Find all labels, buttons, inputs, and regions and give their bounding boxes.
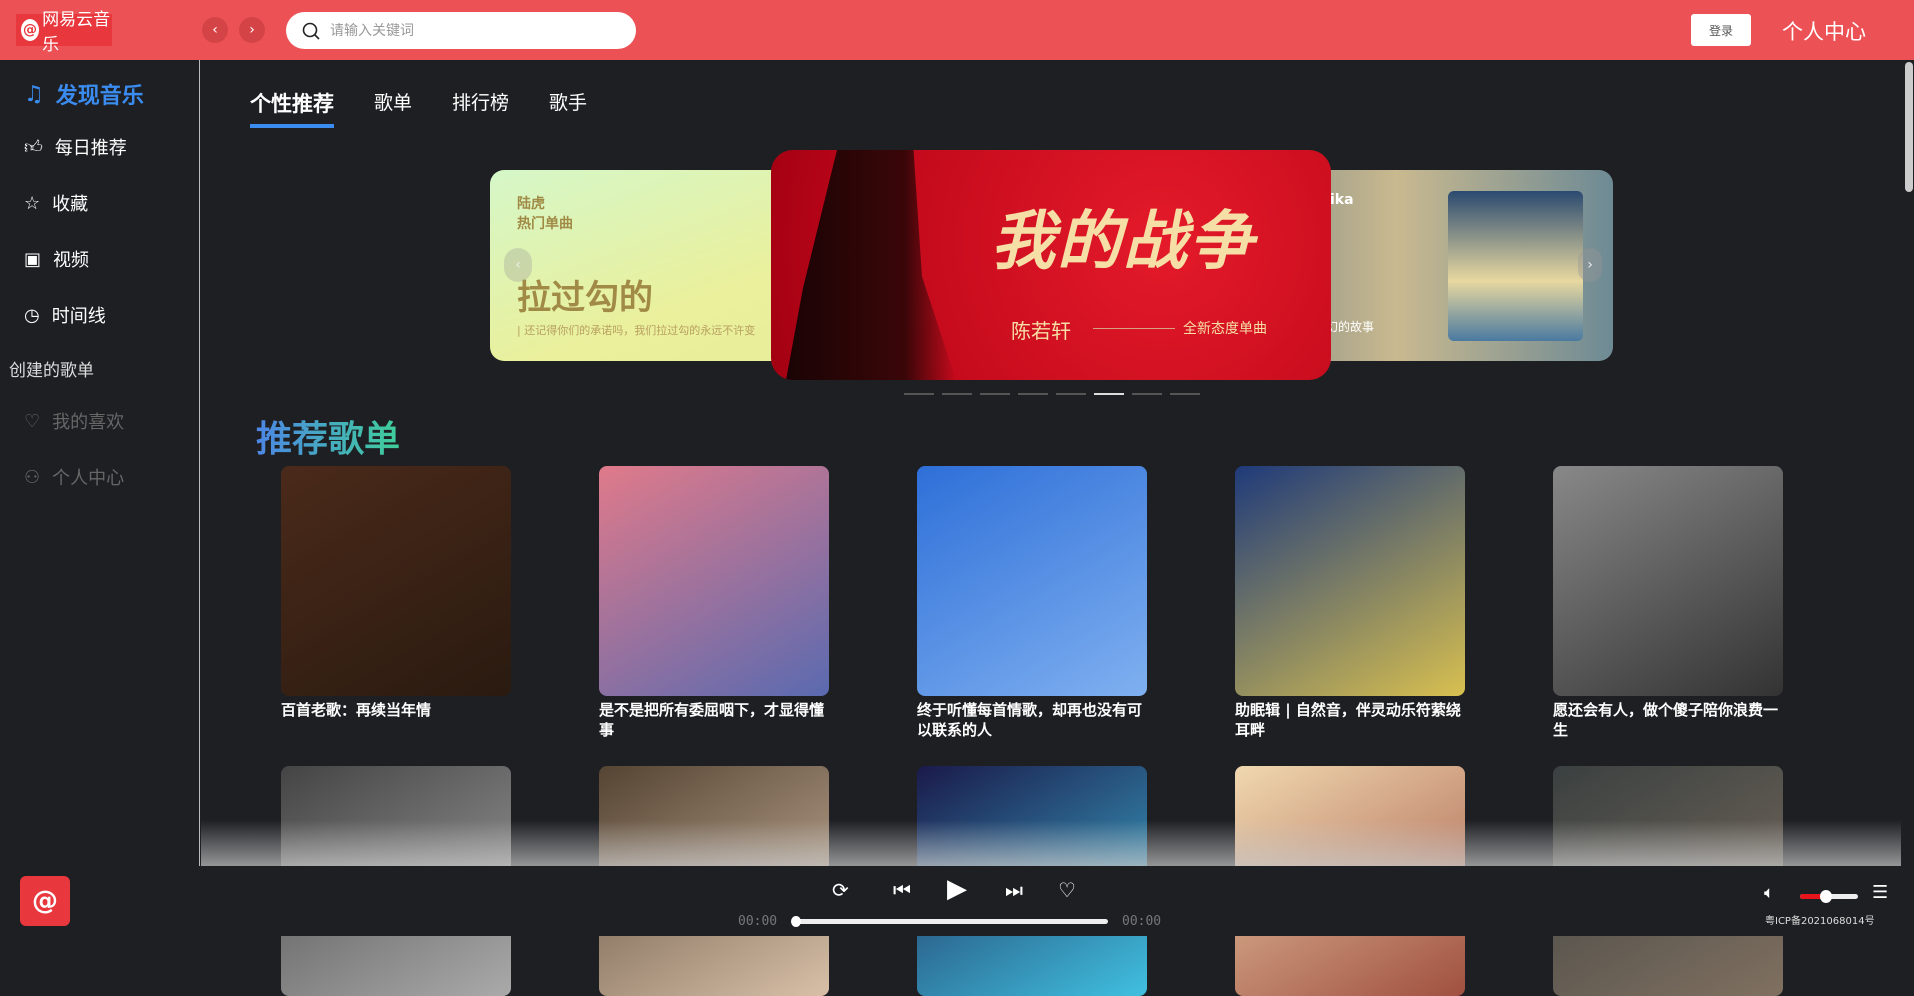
section-title: 推荐歌单: [256, 410, 400, 462]
playlist-cover[interactable]: [917, 466, 1147, 696]
tab-bar: 个性推荐 歌单 排行榜 歌手: [250, 88, 627, 128]
banner-title: 拉过勾的: [517, 278, 653, 318]
sidebar-item-my-likes[interactable]: ♡ 我的喜欢: [24, 408, 124, 434]
total-time: 00:00: [1122, 914, 1162, 929]
scrollbar[interactable]: [1904, 60, 1914, 866]
player-logo: @: [20, 876, 70, 926]
playlist-card[interactable]: 百首老歌：再续当年情: [281, 466, 511, 720]
pagination-dot[interactable]: [1132, 393, 1162, 395]
playlist-title[interactable]: 百首老歌：再续当年情: [281, 700, 511, 720]
playlist-card[interactable]: 愿还会有人，做个傻子陪你浪费一生: [1553, 466, 1783, 740]
playlist-title[interactable]: 助眠辑 | 自然音，伴灵动乐符萦绕耳畔: [1235, 700, 1465, 740]
sidebar: ♫ 发现音乐 👍︎ 每日推荐 ☆ 收藏 ▣ 视频 ◷ 时间线 创建的歌单 ♡ 我的喜欢 ⚇ 个…: [0, 60, 200, 866]
progress-knob[interactable]: [791, 916, 801, 927]
back-button[interactable]: ‹: [202, 17, 228, 43]
playlist-cover[interactable]: [599, 466, 829, 696]
playlist-icon[interactable]: ☰: [1872, 882, 1888, 903]
app-logo[interactable]: @ 网易云音乐: [16, 10, 112, 55]
star-icon: ☆: [24, 192, 41, 214]
banner-next-button[interactable]: ›: [1578, 248, 1602, 282]
user-icon: ⚇: [24, 466, 41, 488]
pagination-dot[interactable]: [1018, 393, 1048, 395]
sidebar-item-label: 视频: [53, 250, 90, 271]
banner-prev-button[interactable]: ‹: [504, 248, 532, 282]
video-icon: ▣: [24, 248, 42, 270]
playlist-card[interactable]: 是不是把所有委屈咽下，才显得懂事: [599, 466, 829, 740]
clock-icon: ◷: [24, 304, 40, 326]
sidebar-item-timeline[interactable]: ◷ 时间线: [24, 302, 106, 328]
playlist-title[interactable]: 是不是把所有委屈咽下，才显得懂事: [599, 700, 829, 740]
banner-artist: ika: [1330, 192, 1354, 208]
search-bar: [286, 12, 636, 49]
volume-icon[interactable]: 🔈︎: [1764, 883, 1774, 903]
playlist-cover[interactable]: [1235, 466, 1465, 696]
forward-button[interactable]: ›: [239, 17, 265, 43]
banner-title: 我的战争: [991, 204, 1255, 279]
sidebar-item-profile[interactable]: ⚇ 个人中心: [24, 464, 124, 490]
sidebar-item-label: 发现音乐: [55, 84, 144, 109]
top-bar: @网易云音乐 ‹ › 登录 个人中心: [0, 0, 1914, 60]
pagination-dot[interactable]: [1170, 393, 1200, 395]
banner-artist: 陆虎: [517, 196, 545, 212]
repeat-icon[interactable]: ⟳: [832, 878, 849, 902]
sidebar-item-label: 收藏: [52, 194, 89, 215]
thumbs-up-icon: 👍︎: [24, 137, 43, 158]
banner-tag: 热门单曲: [517, 216, 573, 232]
banner-center[interactable]: 我的战争 陈若轩 全新态度单曲: [771, 150, 1331, 380]
tab-playlists[interactable]: 歌单: [374, 88, 412, 128]
sidebar-item-label: 我的喜欢: [52, 412, 125, 433]
tab-artists[interactable]: 歌手: [549, 88, 587, 128]
banner-subtitle: | 还记得你们的承诺吗，我们拉过勾的永远不许变: [517, 324, 756, 337]
heart-icon: ♡: [24, 410, 41, 432]
playlist-cover[interactable]: [281, 466, 511, 696]
pagination-dot[interactable]: [942, 393, 972, 395]
next-track-button[interactable]: ⏭︎: [1005, 878, 1023, 902]
playlist-title[interactable]: 愿还会有人，做个傻子陪你浪费一生: [1553, 700, 1783, 740]
user-center-link[interactable]: 个人中心: [1782, 16, 1866, 46]
logo-text: 网易云音乐: [42, 10, 111, 55]
tab-personal[interactable]: 个性推荐: [250, 88, 334, 128]
banner-pagination: [904, 393, 1200, 395]
created-playlists-heading: 创建的歌单: [9, 361, 94, 381]
pagination-dot[interactable]: [904, 393, 934, 395]
banner-tag: 全新态度单曲: [1183, 321, 1267, 337]
volume-knob[interactable]: [1820, 890, 1833, 903]
sidebar-item-video[interactable]: ▣ 视频: [24, 246, 89, 272]
sidebar-item-label: 时间线: [51, 306, 106, 327]
sidebar-item-label: 每日推荐: [54, 138, 127, 159]
banner-artist: 陈若轩: [1011, 319, 1071, 343]
sidebar-item-favorites[interactable]: ☆ 收藏: [24, 190, 88, 216]
pagination-dot[interactable]: [1056, 393, 1086, 395]
search-icon: [302, 22, 320, 40]
current-time: 00:00: [738, 914, 778, 929]
progress-bar[interactable]: [791, 916, 1108, 927]
sidebar-item-label: 个人中心: [52, 468, 125, 489]
tab-charts[interactable]: 排行榜: [452, 88, 509, 128]
pagination-dot[interactable]: [1094, 393, 1124, 395]
player-bar: @ ⟳ ⏮︎ ▶ ⏭︎ ♡ 00:00 00:00 🔈︎ ☰ 粤ICP备2021…: [0, 866, 1914, 936]
netease-logo-icon: @: [21, 19, 40, 41]
playlist-card[interactable]: 终于听懂每首情歌，却再也没有可以联系的人: [917, 466, 1147, 740]
sidebar-item-daily[interactable]: 👍︎ 每日推荐: [24, 134, 127, 160]
like-button[interactable]: ♡: [1058, 878, 1076, 902]
pagination-dot[interactable]: [980, 393, 1010, 395]
scrollbar-thumb[interactable]: [1905, 62, 1913, 192]
sidebar-item-discover[interactable]: ♫ 发现音乐: [24, 78, 144, 110]
divider: [1093, 328, 1175, 329]
music-note-icon: ♫: [24, 81, 44, 107]
scroll-fade: [201, 820, 1901, 866]
playlist-cover[interactable]: [1553, 466, 1783, 696]
login-button[interactable]: 登录: [1691, 14, 1751, 46]
banner-cover: [1448, 191, 1583, 341]
play-button[interactable]: ▶: [947, 874, 967, 904]
playlist-card[interactable]: 助眠辑 | 自然音，伴灵动乐符萦绕耳畔: [1235, 466, 1465, 740]
banner-artist-photo: [786, 150, 956, 380]
volume-slider[interactable]: [1800, 890, 1858, 903]
search-input[interactable]: [330, 22, 610, 39]
icp-license[interactable]: 粤ICP备2021068014号: [1765, 912, 1875, 927]
previous-track-button[interactable]: ⏮︎: [893, 878, 911, 902]
playlist-title[interactable]: 终于听懂每首情歌，却再也没有可以联系的人: [917, 700, 1147, 740]
